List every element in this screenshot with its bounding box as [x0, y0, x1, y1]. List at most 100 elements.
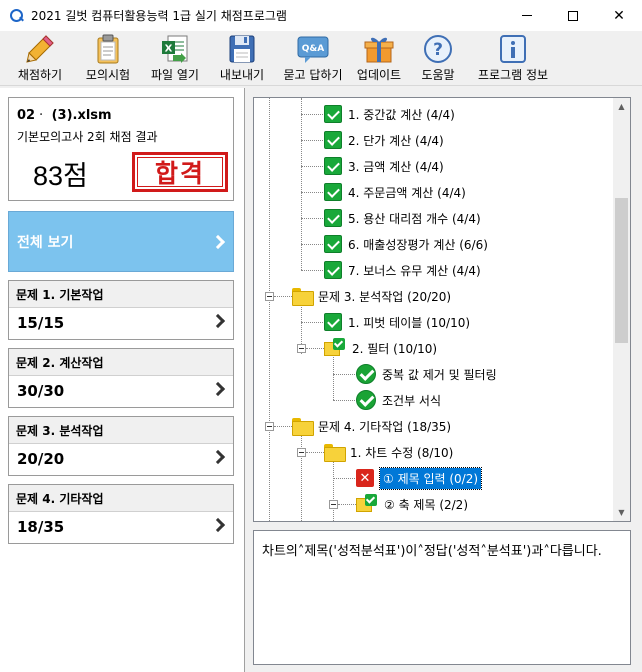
- export-label: 내보내기: [219, 68, 265, 82]
- tree-connector: [274, 426, 292, 427]
- scroll-down-arrow-icon[interactable]: ▼: [613, 504, 630, 521]
- tree-item[interactable]: 7. 보너스 유무 계산 (4/4): [324, 259, 481, 281]
- minimize-icon: [522, 15, 532, 16]
- folder-check-icon-check: [333, 338, 345, 350]
- collapse-toggle[interactable]: [265, 422, 274, 431]
- tree-item-label: 4. 주문금액 계산 (4/4): [348, 185, 466, 200]
- window-title: 2021 길벗 컴퓨터활용능력 1급 실기 채점프로그램: [31, 9, 287, 23]
- grading-tree[interactable]: 1. 중간값 계산 (4/4) 2. 단가 계산 (4/4) 3. 금액 계산 …: [253, 97, 631, 522]
- question-score: 30/30: [17, 382, 65, 400]
- tree-item-label: 1. 피벗 테이블 (10/10): [348, 315, 471, 330]
- close-icon: ✕: [613, 7, 625, 24]
- question-4-card[interactable]: 문제 4. 기타작업 18/35: [8, 484, 234, 544]
- folder-check-icon-check: [365, 494, 377, 506]
- tree-item[interactable]: ② 축 제목 (2/2): [356, 493, 468, 515]
- scroll-up-arrow-icon[interactable]: ▲: [613, 98, 630, 115]
- result-card: 02ᆞ (3).xlsm 기본모의고사 2회 채점 결과 83점 합격: [8, 97, 234, 201]
- tree-item[interactable]: 1. 중간값 계산 (4/4): [324, 103, 455, 125]
- collapse-toggle[interactable]: [297, 448, 306, 457]
- tree-item[interactable]: 문제 4. 기타작업 (18/35): [292, 415, 451, 437]
- maximize-icon: [568, 10, 578, 21]
- tree-item-label: 문제 4. 기타작업 (18/35): [318, 419, 452, 434]
- mock-exam-button[interactable]: 모의시험: [82, 31, 134, 86]
- collapse-toggle[interactable]: [297, 344, 306, 353]
- qa-button[interactable]: Q&A 묻고 답하기: [280, 31, 346, 86]
- tree-connector: [333, 460, 334, 521]
- check-circle-icon: [356, 390, 376, 410]
- minimize-button[interactable]: [504, 0, 550, 31]
- tree-item[interactable]: 조건부 서식: [356, 389, 441, 411]
- tree-item[interactable]: 2. 필터 (10/10): [324, 337, 437, 359]
- feedback-message: 차트의˄제목('성적분석표')이˄정답('성적˄분석표')과˄다릅니다.: [253, 530, 631, 665]
- qa-label: 묻고 답하기: [283, 68, 343, 82]
- tree-item[interactable]: 5. 용산 대리점 개수 (4/4): [324, 207, 481, 229]
- view-all-button[interactable]: 전체 보기: [8, 211, 234, 272]
- question-2-card[interactable]: 문제 2. 계산작업 30/30: [8, 348, 234, 408]
- close-button[interactable]: ✕: [596, 0, 642, 31]
- help-label: 도움말: [421, 68, 455, 82]
- grade-label: 채점하기: [17, 68, 63, 82]
- question-3-card[interactable]: 문제 3. 분석작업 20/20: [8, 416, 234, 476]
- tree-connector: [274, 296, 292, 297]
- tree-item-selected[interactable]: ✕ ① 제목 입력 (0/2): [356, 466, 483, 490]
- check-icon: [324, 209, 342, 227]
- tree-item[interactable]: 6. 매출성장평가 계산 (6/6): [324, 233, 488, 255]
- tree-item-label: 5. 용산 대리점 개수 (4/4): [348, 211, 481, 226]
- question-1-card[interactable]: 문제 1. 기본작업 15/15: [8, 280, 234, 340]
- view-all-label: 전체 보기: [17, 234, 74, 251]
- scroll-thumb[interactable]: [615, 198, 628, 343]
- tree-item[interactable]: 1. 차트 수정 (8/10): [324, 441, 453, 463]
- question-score: 15/15: [17, 314, 65, 332]
- tree-item-label: ② 축 제목 (2/2): [384, 497, 468, 512]
- maximize-button[interactable]: [550, 0, 596, 31]
- tree-item[interactable]: 문제 3. 분석작업 (20/20): [292, 285, 451, 307]
- tree-item-label: 1. 차트 수정 (8/10): [350, 445, 454, 460]
- svg-text:X: X: [165, 44, 173, 55]
- check-icon: [324, 105, 342, 123]
- check-circle-icon: [356, 364, 376, 384]
- svg-text:?: ?: [433, 40, 443, 60]
- tree-connector: [301, 218, 323, 219]
- tree-connector: [333, 478, 355, 479]
- tree-item[interactable]: 1. 피벗 테이블 (10/10): [324, 311, 470, 333]
- tree-connector: [301, 166, 323, 167]
- help-button[interactable]: ? 도움말: [413, 31, 463, 86]
- update-button[interactable]: 업데이트: [351, 31, 407, 86]
- question-score: 20/20: [17, 450, 65, 468]
- file-name: 02ᆞ (3).xlsm: [17, 108, 112, 123]
- tree-item[interactable]: 중복 값 제거 및 필터링: [356, 363, 497, 385]
- question-title: 문제 3. 분석작업: [9, 417, 233, 444]
- tree-connector: [306, 452, 324, 453]
- qa-icon: Q&A: [297, 33, 329, 65]
- tree-item[interactable]: 4. 주문금액 계산 (4/4): [324, 181, 466, 203]
- info-icon: [497, 33, 529, 65]
- tree-connector: [333, 374, 355, 375]
- tree-item-label: ① 제목 입력 (0/2): [378, 466, 483, 490]
- program-info-label: 프로그램 정보: [477, 68, 549, 82]
- mock-exam-label: 모의시험: [85, 68, 131, 82]
- open-file-button[interactable]: X 파일 열기: [148, 31, 202, 86]
- gift-icon: [363, 33, 395, 65]
- tree-connector: [301, 140, 323, 141]
- update-label: 업데이트: [356, 68, 402, 82]
- tree-item-label: 중복 값 제거 및 필터링: [382, 367, 497, 382]
- folder-icon: [292, 418, 314, 436]
- folder-check-icon: [356, 494, 378, 514]
- grade-button[interactable]: 채점하기: [14, 31, 66, 86]
- exam-title: 기본모의고사 2회 채점 결과: [17, 130, 158, 144]
- collapse-toggle[interactable]: [265, 292, 274, 301]
- collapse-toggle[interactable]: [329, 500, 338, 509]
- tree-item-label: 조건부 서식: [382, 393, 442, 408]
- program-info-button[interactable]: 프로그램 정보: [473, 31, 553, 86]
- tree-connector: [333, 400, 355, 401]
- tree-connector: [338, 504, 356, 505]
- tree-item[interactable]: 2. 단가 계산 (4/4): [324, 129, 444, 151]
- question-score: 18/35: [17, 518, 65, 536]
- tree-connector: [301, 192, 323, 193]
- tree-item[interactable]: 3. 금액 계산 (4/4): [324, 155, 444, 177]
- pass-stamp: 합격: [132, 152, 228, 192]
- check-icon: [324, 261, 342, 279]
- export-button[interactable]: 내보내기: [216, 31, 268, 86]
- check-icon: [324, 157, 342, 175]
- tree-scrollbar[interactable]: ▲ ▼: [613, 98, 630, 521]
